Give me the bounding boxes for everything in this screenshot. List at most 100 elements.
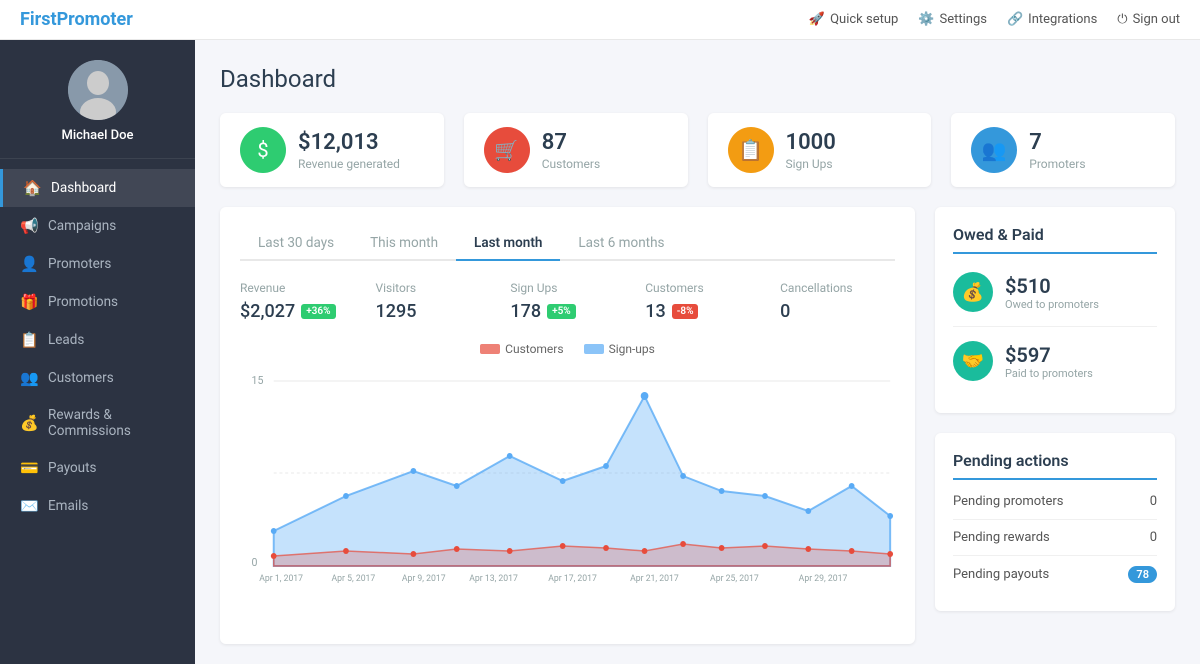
stat-info-revenue: $12,013 Revenue generated (298, 130, 400, 171)
promoters-icon-circle: 👥 (971, 127, 1017, 173)
sign-out-label: Sign out (1133, 12, 1180, 27)
customers-icon: 👥 (20, 369, 38, 387)
signups-icon: 📋 (728, 127, 774, 173)
pending-rewards-count: 0 (1150, 530, 1157, 545)
pending-row-payouts: Pending payouts 78 (953, 556, 1157, 593)
paid-icon: 🤝 (953, 341, 993, 381)
tab-last6months[interactable]: Last 6 months (560, 227, 682, 261)
metric-visitors-label: Visitors (376, 281, 471, 295)
promoters-icon: 👤 (20, 255, 38, 273)
top-navigation: 🚀 Quick setup ⚙️ Settings 🔗 Integrations… (809, 12, 1180, 27)
metric-cancellations-label: Cancellations (780, 281, 875, 295)
quick-setup-label: Quick setup (830, 12, 898, 27)
metric-cancellations-value: 0 (780, 301, 875, 322)
promoters-label: Promoters (1029, 157, 1085, 171)
pending-section: Pending actions Pending promoters 0 Pend… (935, 433, 1175, 611)
sidebar-item-campaigns[interactable]: 📢 Campaigns (0, 207, 195, 245)
tab-lastmonth[interactable]: Last month (456, 227, 560, 261)
sidebar-label-promoters: Promoters (48, 256, 111, 272)
tab-last30[interactable]: Last 30 days (240, 227, 352, 261)
sidebar-item-customers[interactable]: 👥 Customers (0, 359, 195, 397)
owed-paid-title: Owed & Paid (953, 225, 1157, 254)
legend-signups-dot (584, 344, 604, 354)
sidebar-label-payouts: Payouts (48, 460, 97, 476)
chart-dot-red (887, 551, 893, 557)
pending-promoters-label: Pending promoters (953, 494, 1063, 509)
sidebar-item-leads[interactable]: 📋 Leads (0, 321, 195, 359)
svg-text:Apr 9, 2017: Apr 9, 2017 (402, 574, 446, 584)
svg-text:15: 15 (252, 374, 264, 387)
avatar-image (68, 60, 128, 120)
stat-card-promoters: 👥 7 Promoters (951, 113, 1175, 187)
sidebar: Michael Doe 🏠 Dashboard 📢 Campaigns 👤 Pr… (0, 40, 195, 664)
metric-revenue-badge: +36% (301, 304, 335, 319)
sidebar-label-campaigns: Campaigns (48, 218, 116, 234)
integrations-link[interactable]: 🔗 Integrations (1007, 12, 1097, 27)
stat-card-revenue: $ $12,013 Revenue generated (220, 113, 444, 187)
metric-revenue: Revenue $2,027 +36% (240, 281, 356, 322)
user-name: Michael Doe (61, 128, 133, 143)
metric-signups-number: 178 (510, 301, 541, 322)
sidebar-label-leads: Leads (48, 332, 84, 348)
legend-customers-label: Customers (505, 342, 563, 356)
chart-dot-red (680, 541, 686, 547)
customers-icon-circle: 🛒 (484, 127, 530, 173)
chart-dot-red (642, 548, 648, 554)
logo-second: Promoter (57, 9, 133, 30)
tab-bar: Last 30 days This month Last month Last … (240, 227, 895, 261)
sidebar-item-promoters[interactable]: 👤 Promoters (0, 245, 195, 283)
metric-revenue-value: $2,027 +36% (240, 301, 336, 322)
stat-card-signups: 📋 1000 Sign Ups (708, 113, 932, 187)
legend-signups: Sign-ups (584, 342, 655, 356)
sidebar-item-dashboard[interactable]: 🏠 Dashboard (0, 169, 195, 207)
revenue-label: Revenue generated (298, 157, 400, 171)
integrations-icon: 🔗 (1007, 12, 1023, 27)
metric-cancellations: Cancellations 0 (760, 281, 895, 322)
sidebar-label-dashboard: Dashboard (51, 180, 116, 196)
sidebar-item-emails[interactable]: ✉️ Emails (0, 487, 195, 525)
metric-customers: Customers 13 -8% (625, 281, 760, 322)
chart-dot-red (454, 546, 460, 552)
logo: FirstPromoter (20, 9, 133, 30)
stat-info-promoters: 7 Promoters (1029, 130, 1085, 171)
settings-link[interactable]: ⚙️ Settings (918, 12, 987, 27)
signups-value: 1000 (786, 130, 836, 155)
paid-info: $597 Paid to promoters (1005, 343, 1093, 380)
chart-dot (719, 488, 725, 494)
metric-customers-number: 13 (645, 301, 665, 322)
content-row: Last 30 days This month Last month Last … (220, 207, 1175, 644)
sidebar-item-payouts[interactable]: 💳 Payouts (0, 449, 195, 487)
revenue-icon: $ (240, 127, 286, 173)
tab-thismonth[interactable]: This month (352, 227, 456, 261)
chart-container: 15 0 (240, 366, 895, 590)
logo-first: First (20, 9, 57, 30)
sidebar-item-rewards[interactable]: 💰 Rewards & Commissions (0, 397, 195, 449)
svg-text:Apr 13, 2017: Apr 13, 2017 (469, 574, 518, 584)
chart-dot-red (762, 543, 768, 549)
chart-dot (560, 478, 566, 484)
quick-setup-link[interactable]: 🚀 Quick setup (809, 12, 898, 27)
page-title: Dashboard (220, 65, 1175, 93)
chart-dot-red (410, 551, 416, 557)
chart-dot (603, 463, 609, 469)
paid-card: 🤝 $597 Paid to promoters (953, 327, 1157, 395)
metric-revenue-number: $2,027 (240, 301, 295, 322)
sign-out-link[interactable]: ⏻ Sign out (1117, 12, 1180, 27)
chart-dot (887, 513, 893, 519)
metric-signups: Sign Ups 178 +5% (490, 281, 625, 322)
chart-dot-red (560, 543, 566, 549)
sidebar-item-promotions[interactable]: 🎁 Promotions (0, 283, 195, 321)
legend-signups-label: Sign-ups (609, 342, 655, 356)
top-bar: FirstPromoter 🚀 Quick setup ⚙️ Settings … (0, 0, 1200, 40)
rewards-icon: 💰 (20, 414, 38, 432)
svg-text:Apr 1, 2017: Apr 1, 2017 (259, 574, 303, 584)
chart-dot-red (271, 553, 277, 559)
metric-visitors: Visitors 1295 (356, 281, 491, 322)
customers-value: 87 (542, 130, 600, 155)
signups-label: Sign Ups (786, 157, 836, 171)
chart-section: Last 30 days This month Last month Last … (220, 207, 915, 644)
chart-dot (680, 473, 686, 479)
metric-customers-label: Customers (645, 281, 740, 295)
chart-dot (762, 493, 768, 499)
chart-dot-red (805, 546, 811, 552)
